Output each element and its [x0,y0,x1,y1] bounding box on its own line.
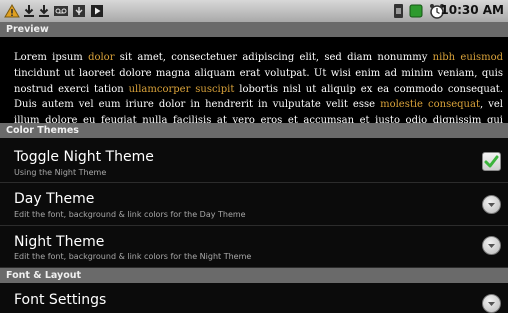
color-themes-header: Color Themes [0,123,508,138]
checkmark-icon [484,155,499,168]
night-theme-checkbox[interactable] [482,152,501,171]
preview-link[interactable]: ullamcorper suscipit [129,84,235,95]
preview-header: Preview [0,22,508,37]
usb-icon [73,5,85,17]
font-settings-title: Font Settings [14,292,107,308]
font-layout-header: Font & Layout [0,268,508,283]
night-theme-summary: Edit the font, background & link colors … [14,252,252,261]
night-theme-title: Night Theme [14,234,105,250]
toggle-night-theme-item[interactable]: Toggle Night Theme Using the Night Theme [0,138,508,183]
preview-link[interactable]: nibh euismod [433,52,503,63]
day-theme-chevron-down-icon[interactable] [482,195,501,214]
font-settings-item[interactable]: Font Settings [0,283,508,313]
status-bar: 10:30 AM [0,0,508,22]
battery-icon [409,4,423,18]
night-theme-chevron-down-icon[interactable] [482,236,501,255]
chevron-down-icon [488,302,495,306]
chevron-down-icon [488,203,495,207]
play-icon [91,5,103,17]
preview-link[interactable]: molestie consequat [380,99,480,110]
toggle-night-theme-title: Toggle Night Theme [14,149,154,165]
download-icon [24,5,34,17]
sim-icon [394,4,403,18]
toggle-night-theme-summary: Using the Night Theme [14,168,107,177]
day-theme-title: Day Theme [14,191,95,207]
day-theme-item[interactable]: Day Theme Edit the font, background & li… [0,183,508,226]
night-theme-item[interactable]: Night Theme Edit the font, background & … [0,226,508,268]
day-theme-summary: Edit the font, background & link colors … [14,210,246,219]
preview-text-segment: sit amet, consectetuer adipiscing elit, … [114,52,433,63]
alert-icon [4,4,20,18]
font-settings-chevron-down-icon[interactable] [482,294,501,313]
preview-text: Lorem ipsum dolor sit amet, consectetuer… [14,50,503,123]
download-icon [39,5,49,17]
chevron-down-icon [488,244,495,248]
voicemail-icon [54,6,68,16]
preview-link[interactable]: dolor [88,52,114,63]
preview-pane: Lorem ipsum dolor sit amet, consectetuer… [0,37,508,123]
status-time: 10:30 AM [440,3,504,17]
preview-text-segment: Lorem ipsum [14,52,89,63]
